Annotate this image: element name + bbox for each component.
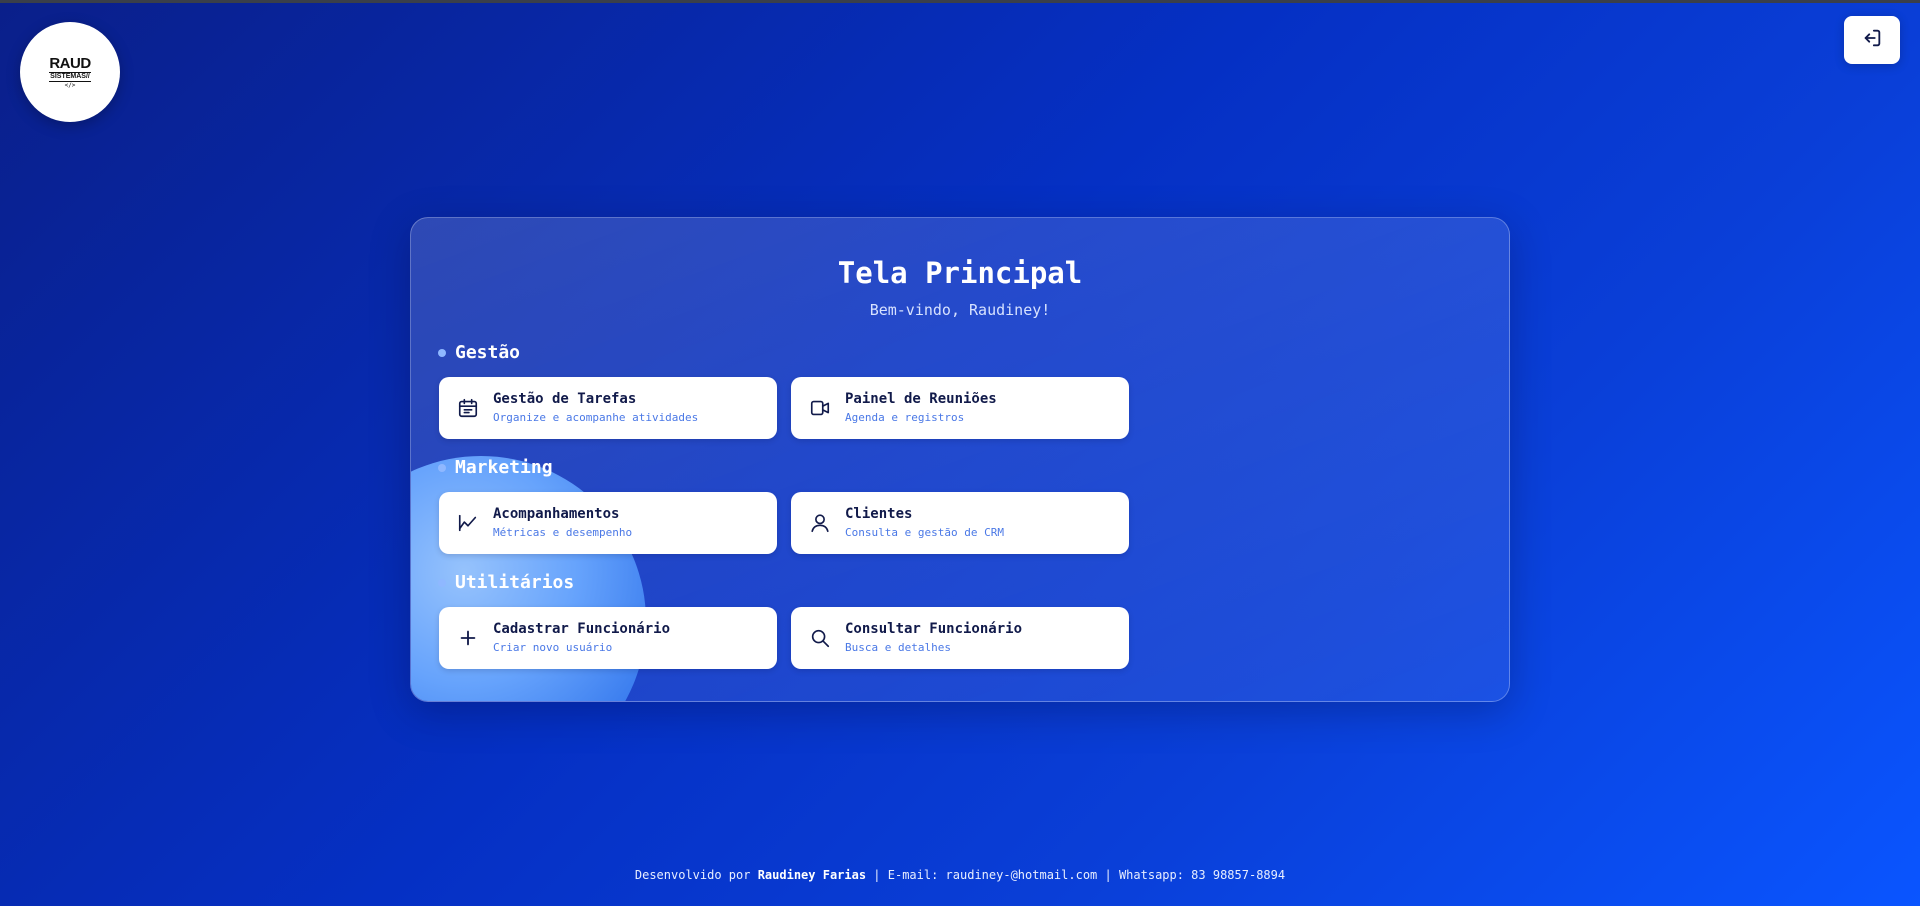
window-top-border (0, 0, 1920, 3)
menu-card-description: Criar novo usuário (493, 641, 613, 654)
footer-prefix: Desenvolvido por (634, 868, 758, 882)
logo-text-main: RAUD (49, 54, 91, 72)
main-panel: Tela Principal Bem-vindo, Raudiney! Gest… (410, 217, 1510, 702)
section-heading-utilitarios: Utilitários (438, 572, 574, 593)
menu-card-description: Métricas e desempenho (493, 526, 633, 539)
menu-card-acompanhamentos[interactable]: Acompanhamentos Métricas e desempenho (439, 492, 777, 554)
section-bullet-icon (438, 463, 446, 472)
page-footer: Desenvolvido por Raudiney Farias | E-mai… (0, 868, 1920, 882)
footer-author: Raudiney Farias (757, 868, 867, 882)
menu-card-description: Agenda e registros (845, 411, 965, 424)
section-heading-label: Gestão (455, 342, 521, 363)
menu-card-title: Clientes (845, 506, 913, 522)
menu-card-title: Cadastrar Funcionário (493, 621, 671, 637)
welcome-message: Bem-vindo, Raudiney! (869, 301, 1051, 319)
menu-card-title: Gestão de Tarefas (493, 391, 637, 407)
menu-card-title: Consultar Funcionário (845, 621, 1023, 637)
user-icon (807, 510, 833, 536)
chart-line-icon (455, 510, 481, 536)
menu-card-description: Organize e acompanhe atividades (493, 411, 699, 424)
section-heading-gestao: Gestão (438, 342, 520, 363)
menu-card-description: Busca e detalhes (845, 641, 951, 654)
menu-card-description: Consulta e gestão de CRM (845, 526, 1004, 539)
section-bullet-icon (438, 348, 446, 357)
brand-logo: RAUD SISTEMAS// </> (20, 22, 120, 122)
section-bullet-icon (438, 578, 446, 587)
menu-card-painel-reunioes[interactable]: Painel de Reuniões Agenda e registros (791, 377, 1129, 439)
menu-card-title: Acompanhamentos (493, 506, 620, 522)
page-title: Tela Principal (837, 256, 1083, 290)
menu-card-gestao-tarefas[interactable]: Gestão de Tarefas Organize e acompanhe a… (439, 377, 777, 439)
section-heading-marketing: Marketing (438, 457, 553, 478)
menu-card-title: Painel de Reuniões (845, 391, 997, 407)
search-icon (807, 625, 833, 651)
plus-icon (455, 625, 481, 651)
section-heading-label: Marketing (455, 457, 553, 478)
logo-text-sub: SISTEMAS// (49, 71, 91, 82)
logo-code-mark: </> (64, 81, 76, 89)
footer-contact: | E-mail: raudiney-@hotmail.com | Whatsa… (866, 868, 1286, 882)
logout-button[interactable] (1844, 16, 1900, 64)
menu-card-clientes[interactable]: Clientes Consulta e gestão de CRM (791, 492, 1129, 554)
section-heading-label: Utilitários (455, 572, 575, 593)
video-icon (807, 395, 833, 421)
menu-card-cadastrar-funcionario[interactable]: Cadastrar Funcionário Criar novo usuário (439, 607, 777, 669)
menu-card-consultar-funcionario[interactable]: Consultar Funcionário Busca e detalhes (791, 607, 1129, 669)
calendar-icon (455, 395, 481, 421)
logout-icon (1861, 27, 1883, 53)
